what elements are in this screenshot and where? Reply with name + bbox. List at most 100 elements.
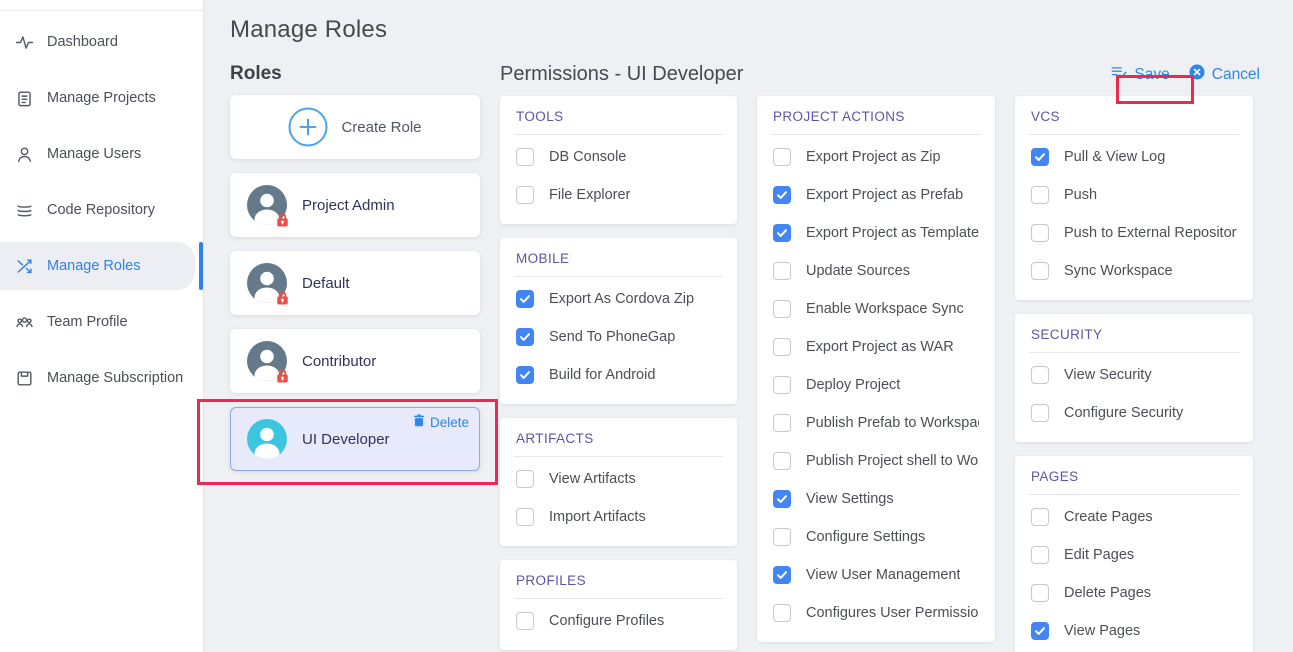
checkbox-unchecked[interactable] xyxy=(1031,584,1049,602)
checkbox-unchecked[interactable] xyxy=(516,186,534,204)
role-card-ui-developer[interactable]: UI DeveloperDelete xyxy=(230,407,480,471)
permission-checkbox-row[interactable]: Create Pages xyxy=(1031,498,1237,536)
checkbox-unchecked[interactable] xyxy=(1031,262,1049,280)
sidebar-item-manage-users[interactable]: Manage Users xyxy=(0,126,203,182)
checkbox-unchecked[interactable] xyxy=(516,470,534,488)
checkbox-unchecked[interactable] xyxy=(1031,404,1049,422)
permission-checkbox-row[interactable]: View Artifacts xyxy=(516,460,721,498)
permission-checkbox-row[interactable]: Delete Pages xyxy=(1031,574,1237,612)
permission-checkbox-row[interactable]: File Explorer xyxy=(516,176,721,214)
role-name: Contributor xyxy=(302,353,376,370)
permission-checkbox-row[interactable]: Update Sources xyxy=(773,252,979,290)
permission-checkbox-row[interactable]: Configures User Permissions xyxy=(773,594,979,632)
role-name: Project Admin xyxy=(302,197,395,214)
checkbox-checked[interactable] xyxy=(773,224,791,242)
checkbox-unchecked[interactable] xyxy=(773,604,791,622)
permission-label: Create Pages xyxy=(1064,509,1153,525)
permission-checkbox-row[interactable]: Publish Project shell to Wor... xyxy=(773,442,979,480)
team-icon xyxy=(15,313,34,332)
permission-checkbox-row[interactable]: Push xyxy=(1031,176,1237,214)
permission-label: Sync Workspace xyxy=(1064,263,1173,279)
permission-checkbox-row[interactable]: Build for Android xyxy=(516,356,721,394)
permission-checkbox-row[interactable]: View Settings xyxy=(773,480,979,518)
permission-label: Export Project as Template ... xyxy=(806,225,979,241)
permission-checkbox-row[interactable]: Deploy Project xyxy=(773,366,979,404)
sidebar-item-team-profile[interactable]: Team Profile xyxy=(0,294,203,350)
permission-checkbox-row[interactable]: DB Console xyxy=(516,138,721,176)
permission-label: Configures User Permissions xyxy=(806,605,979,621)
permission-checkbox-row[interactable]: View Pages xyxy=(1031,612,1237,650)
permission-checkbox-row[interactable]: Configure Settings xyxy=(773,518,979,556)
checkbox-checked[interactable] xyxy=(516,290,534,308)
checkbox-unchecked[interactable] xyxy=(516,148,534,166)
checkbox-unchecked[interactable] xyxy=(773,414,791,432)
permission-checkbox-row[interactable]: Edit Pages xyxy=(1031,536,1237,574)
sidebar-item-manage-projects[interactable]: Manage Projects xyxy=(0,70,203,126)
permission-checkbox-row[interactable]: View User Management xyxy=(773,556,979,594)
permission-checkbox-row[interactable]: Publish Prefab to Workspace xyxy=(773,404,979,442)
checkbox-checked[interactable] xyxy=(773,490,791,508)
checkbox-unchecked[interactable] xyxy=(1031,366,1049,384)
lock-icon xyxy=(275,368,290,383)
shuffle-icon xyxy=(15,257,34,276)
checkbox-unchecked[interactable] xyxy=(773,300,791,318)
delete-role-button[interactable]: Delete xyxy=(413,414,469,430)
cancel-button[interactable]: Cancel xyxy=(1188,63,1260,86)
role-avatar xyxy=(247,185,287,225)
permission-checkbox-row[interactable]: View Security xyxy=(1031,356,1237,394)
permission-checkbox-row[interactable]: Enable Workspace Sync xyxy=(773,290,979,328)
checkbox-unchecked[interactable] xyxy=(516,612,534,630)
permission-checkbox-row[interactable]: Export Project as WAR xyxy=(773,328,979,366)
role-card-project-admin[interactable]: Project Admin xyxy=(230,173,480,237)
permission-checkbox-row[interactable]: Export As Cordova Zip xyxy=(516,280,721,318)
checkbox-checked[interactable] xyxy=(1031,622,1049,640)
permissions-column: PROJECT ACTIONSExport Project as ZipExpo… xyxy=(757,96,995,652)
permission-checkbox-row[interactable]: Push to External Repository xyxy=(1031,214,1237,252)
checkbox-checked[interactable] xyxy=(773,566,791,584)
sidebar-item-label: Team Profile xyxy=(47,314,128,330)
checkbox-unchecked[interactable] xyxy=(1031,546,1049,564)
create-role-button[interactable]: Create Role xyxy=(230,95,480,159)
permission-checkbox-row[interactable]: Sync Workspace xyxy=(1031,252,1237,290)
checkbox-unchecked[interactable] xyxy=(1031,186,1049,204)
checkbox-unchecked[interactable] xyxy=(773,338,791,356)
permission-label: Push to External Repository xyxy=(1064,225,1237,241)
permissions-actions: Save Cancel xyxy=(1110,63,1260,86)
permission-checkbox-row[interactable]: Pull & View Log xyxy=(1031,138,1237,176)
cancel-circle-icon xyxy=(1188,63,1206,86)
checkbox-checked[interactable] xyxy=(516,328,534,346)
permission-checkbox-row[interactable]: Export Project as Prefab xyxy=(773,176,979,214)
clipboard-icon xyxy=(15,89,34,108)
permission-label: Export Project as Zip xyxy=(806,149,941,165)
permissions-title: Permissions - UI Developer xyxy=(500,63,743,86)
permission-checkbox-row[interactable]: Configure Security xyxy=(1031,394,1237,432)
checkbox-unchecked[interactable] xyxy=(773,148,791,166)
sidebar-item-code-repository[interactable]: Code Repository xyxy=(0,182,203,238)
checkbox-unchecked[interactable] xyxy=(1031,224,1049,242)
checkbox-unchecked[interactable] xyxy=(773,376,791,394)
checkbox-unchecked[interactable] xyxy=(1031,508,1049,526)
sidebar-item-manage-roles[interactable]: Manage Roles xyxy=(0,238,203,294)
permission-checkbox-row[interactable]: Import Artifacts xyxy=(516,498,721,536)
checkbox-unchecked[interactable] xyxy=(773,262,791,280)
permission-checkbox-row[interactable]: Send To PhoneGap xyxy=(516,318,721,356)
sidebar-item-dashboard[interactable]: Dashboard xyxy=(0,14,203,70)
permission-group-profiles: PROFILESConfigure Profiles xyxy=(500,560,737,650)
permission-label: Import Artifacts xyxy=(549,509,646,525)
role-card-default[interactable]: Default xyxy=(230,251,480,315)
save-button[interactable]: Save xyxy=(1110,63,1169,86)
checkbox-checked[interactable] xyxy=(1031,148,1049,166)
checkbox-unchecked[interactable] xyxy=(773,528,791,546)
save-button-label: Save xyxy=(1134,66,1169,84)
checkbox-unchecked[interactable] xyxy=(773,452,791,470)
create-role-label: Create Role xyxy=(341,119,421,136)
permission-checkbox-row[interactable]: Configure Profiles xyxy=(516,602,721,640)
checkbox-unchecked[interactable] xyxy=(516,508,534,526)
checkbox-checked[interactable] xyxy=(773,186,791,204)
role-avatar xyxy=(247,263,287,303)
checkbox-checked[interactable] xyxy=(516,366,534,384)
permission-checkbox-row[interactable]: Export Project as Zip xyxy=(773,138,979,176)
sidebar-item-manage-subscription[interactable]: Manage Subscription xyxy=(0,350,203,406)
permission-checkbox-row[interactable]: Export Project as Template ... xyxy=(773,214,979,252)
role-card-contributor[interactable]: Contributor xyxy=(230,329,480,393)
